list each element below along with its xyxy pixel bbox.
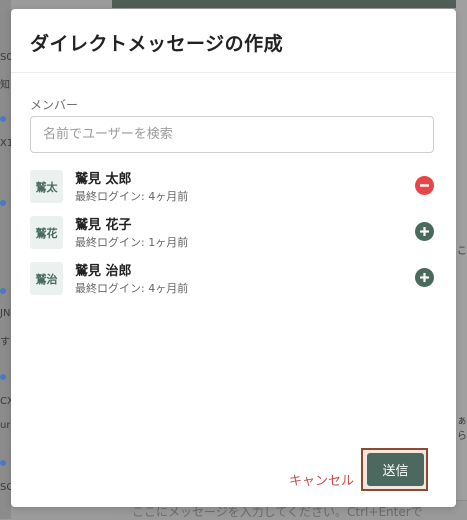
member-label: メンバー (30, 98, 79, 112)
direct-message-dialog: ダイレクトメッセージの作成 メンバー 鷲太 鷲見 太郎 最終ログイン: 4ヶ月前… (11, 9, 456, 507)
user-row: 鷲太 鷲見 太郎 最終ログイン: 4ヶ月前 (30, 170, 434, 206)
avatar: 鷲太 (30, 170, 63, 203)
user-name: 鷲見 治郎 (75, 264, 132, 279)
user-search-field[interactable] (30, 116, 434, 153)
dialog-title: ダイレクトメッセージの作成 (30, 33, 284, 55)
user-search-input[interactable] (41, 126, 433, 143)
user-last-login: 最終ログイン: 1ヶ月前 (75, 236, 189, 249)
unread-dot (0, 288, 6, 294)
add-member-button[interactable] (415, 268, 434, 287)
plus-icon (420, 273, 429, 282)
background-fragment: ぁ (457, 416, 467, 427)
background-fragment: ら (457, 431, 467, 442)
user-row: 鷲治 鷲見 治郎 最終ログイン: 4ヶ月前 (30, 262, 434, 298)
background-fragment: JN (0, 308, 11, 319)
avatar: 鷲治 (30, 262, 63, 295)
title-divider (11, 72, 456, 73)
background-fragment: こ (457, 246, 467, 257)
add-member-button[interactable] (415, 222, 434, 241)
cancel-button[interactable]: キャンセル (287, 468, 356, 491)
background-fragment: 知 (0, 80, 10, 91)
minus-icon (420, 184, 429, 187)
unread-dot (0, 374, 6, 380)
user-name: 鷲見 花子 (75, 218, 132, 233)
remove-member-button[interactable] (415, 176, 434, 195)
plus-icon (420, 227, 429, 236)
background-fragment: ur (0, 420, 11, 431)
unread-dot (0, 460, 6, 466)
user-last-login: 最終ログイン: 4ヶ月前 (75, 190, 189, 203)
avatar: 鷲花 (30, 216, 63, 249)
background-header (112, 0, 467, 8)
user-last-login: 最終ログイン: 4ヶ月前 (75, 282, 189, 295)
user-row: 鷲花 鷲見 花子 最終ログイン: 1ヶ月前 (30, 216, 434, 252)
unread-dot (0, 200, 6, 206)
unread-dot (0, 116, 6, 122)
send-button[interactable]: 送信 (367, 453, 424, 486)
user-name: 鷲見 太郎 (75, 172, 132, 187)
background-fragment: す (0, 337, 10, 348)
